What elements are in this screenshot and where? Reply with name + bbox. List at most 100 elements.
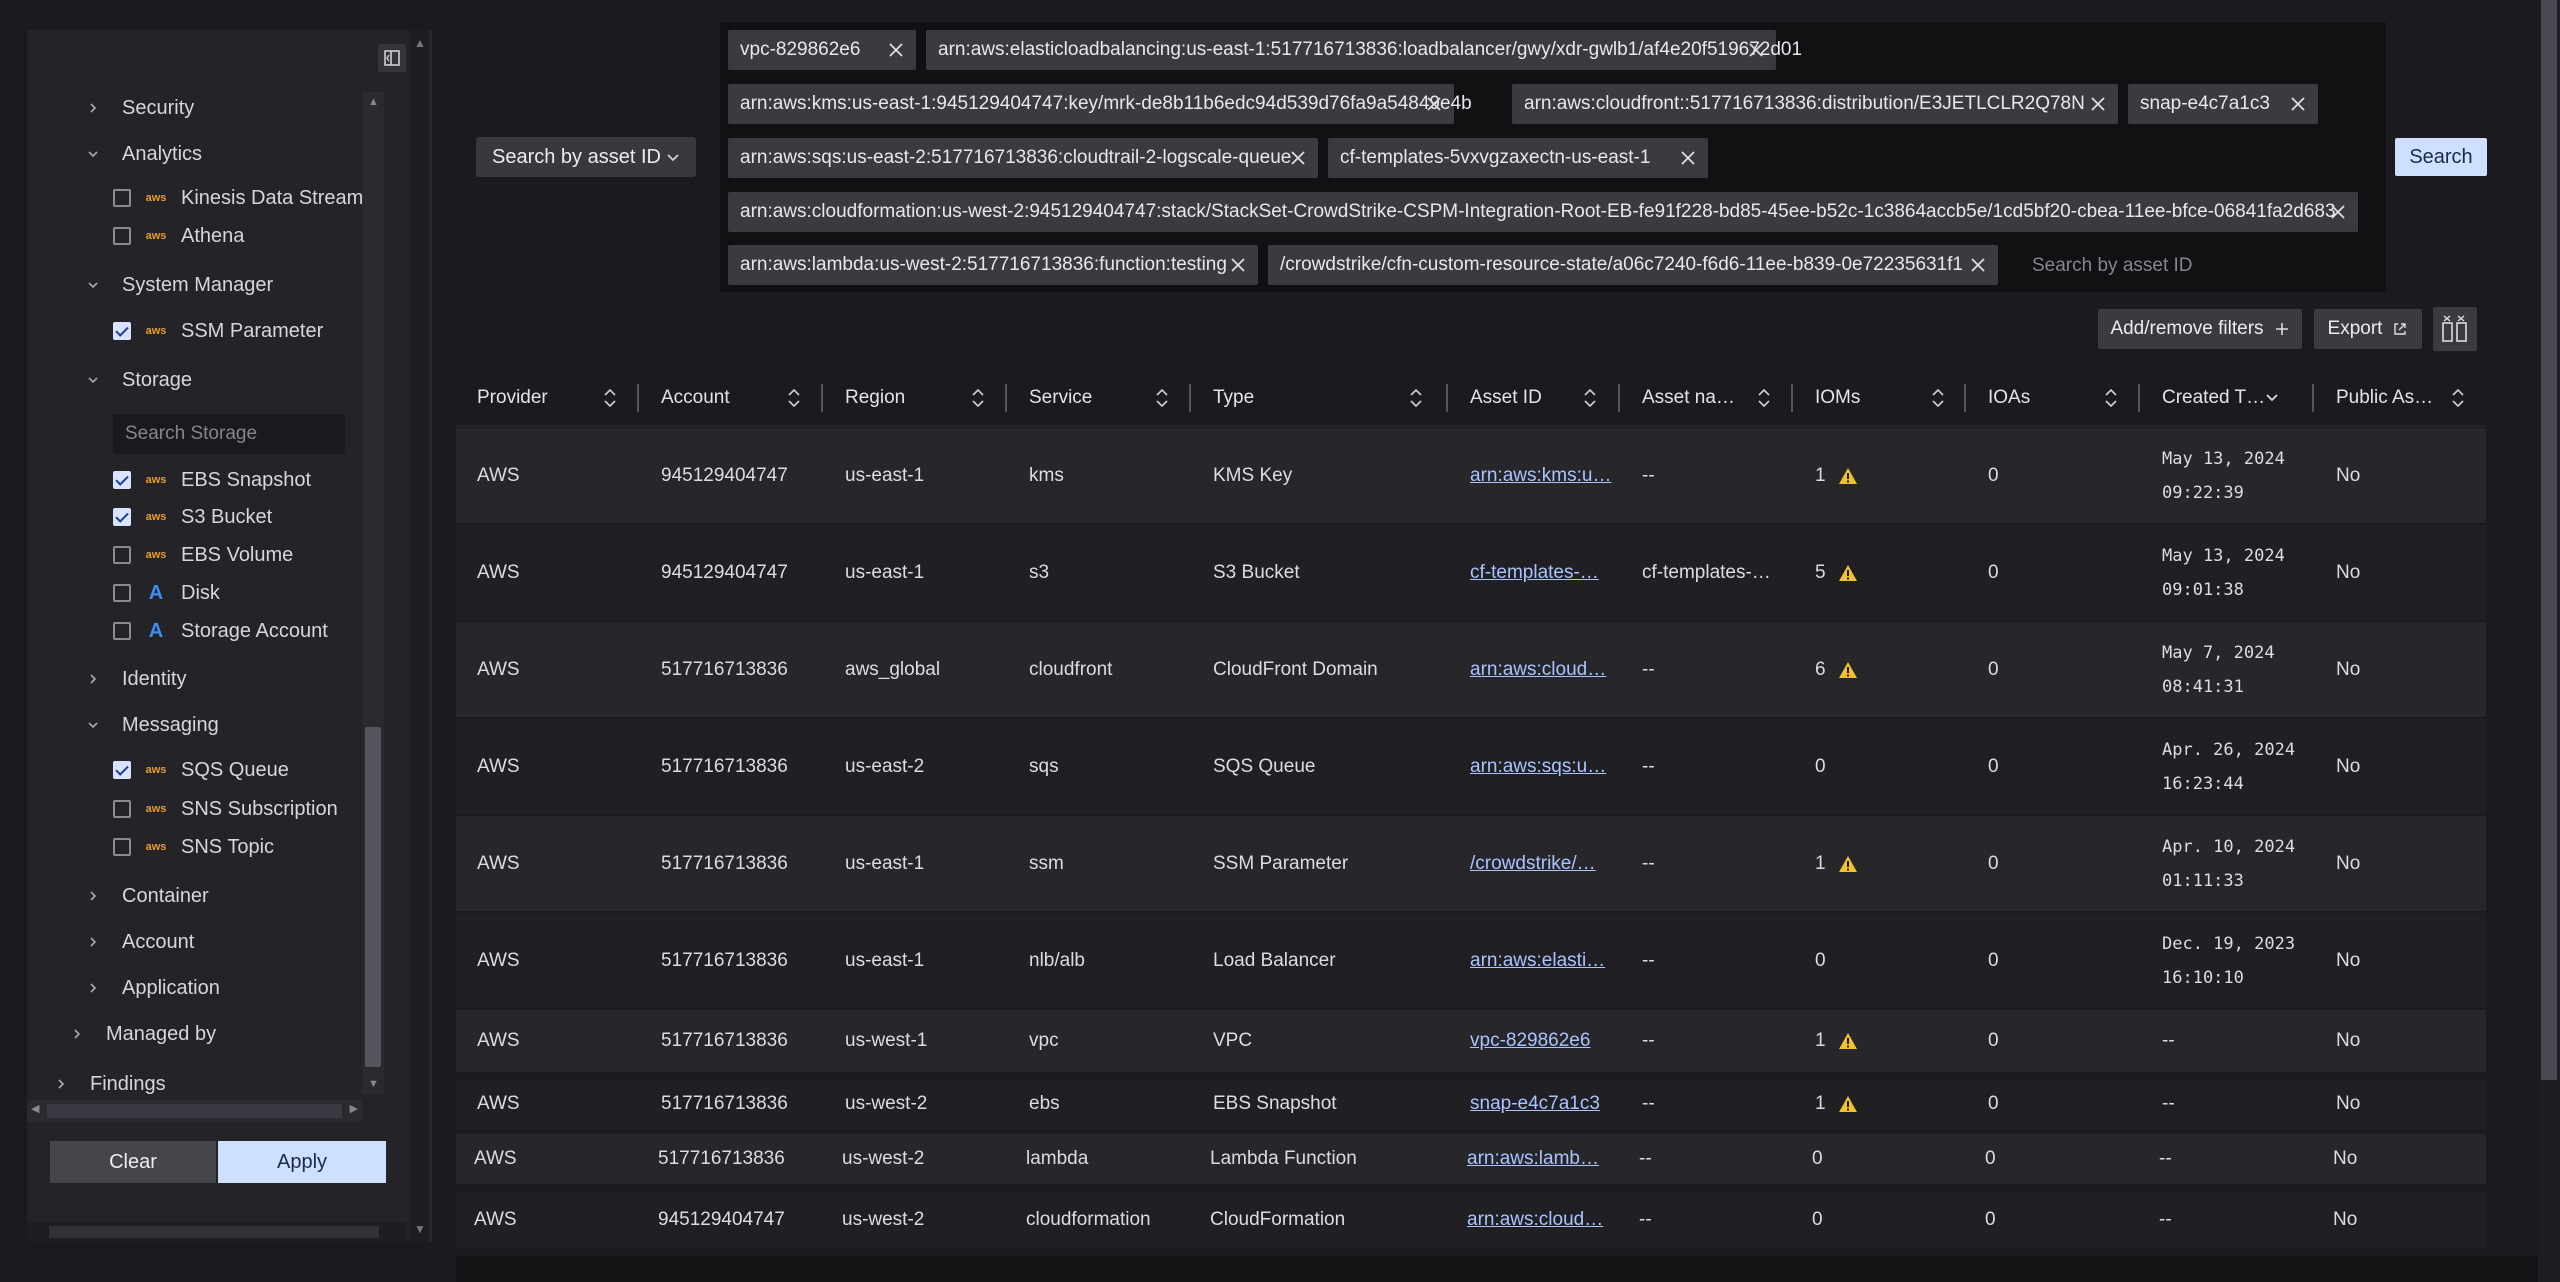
- close-icon[interactable]: [1678, 148, 1698, 168]
- search-mode-dropdown[interactable]: Search by asset ID: [476, 137, 696, 177]
- chevron-right-icon[interactable]: [68, 1027, 86, 1041]
- chevron-right-icon[interactable]: [84, 981, 102, 995]
- close-icon[interactable]: [2288, 94, 2308, 114]
- checkbox[interactable]: [113, 546, 131, 564]
- filter-option-sns-subscription[interactable]: aws SNS Subscription: [113, 791, 338, 827]
- table-row[interactable]: AWS 517716713836 aws_global cloudfront Cloud…: [456, 622, 2486, 717]
- asset-id-link[interactable]: arn:aws:cloud…: [1470, 659, 1606, 681]
- sort-icon[interactable]: [1153, 387, 1171, 409]
- filter-panel-scrollbar[interactable]: ▲ ▼: [410, 30, 428, 1242]
- sort-icon[interactable]: [2449, 387, 2467, 409]
- filter-group-messaging[interactable]: Messaging: [84, 707, 219, 743]
- filter-option-sns-topic[interactable]: aws SNS Topic: [113, 829, 274, 865]
- sort-icon[interactable]: [1407, 387, 1425, 409]
- chevron-down-icon[interactable]: [84, 718, 102, 732]
- filter-group-system-manager[interactable]: System Manager: [84, 267, 273, 303]
- storage-search-input[interactable]: [113, 414, 345, 454]
- close-icon[interactable]: [2088, 94, 2108, 114]
- checkbox[interactable]: [113, 584, 131, 602]
- column-header-ioms[interactable]: IOMs: [1815, 370, 1860, 426]
- checkbox[interactable]: [113, 189, 131, 207]
- column-header-service[interactable]: Service: [1029, 370, 1092, 426]
- column-header-asset-na[interactable]: Asset na…: [1642, 370, 1735, 426]
- filter-tree-vertical-scrollbar[interactable]: ▲ ▼: [362, 92, 384, 1094]
- scroll-up-arrow-icon[interactable]: ▲: [368, 96, 379, 108]
- cell-asset-id[interactable]: /crowdstrike/…: [1470, 816, 1596, 911]
- column-header-created-t[interactable]: Created T…: [2162, 370, 2265, 426]
- column-separator[interactable]: [637, 384, 639, 412]
- column-settings-button[interactable]: [2433, 307, 2477, 351]
- asset-id-link[interactable]: cf-templates-…: [1470, 562, 1599, 584]
- table-row[interactable]: AWS 945129404747 us-east-1 kms KMS Key arn:aw…: [456, 428, 2486, 523]
- filter-option-kinesis-data-stream[interactable]: aws Kinesis Data Stream: [113, 180, 362, 216]
- chevron-right-icon[interactable]: [84, 672, 102, 686]
- filter-option-ebs-volume[interactable]: aws EBS Volume: [113, 537, 293, 573]
- filter-group-analytics[interactable]: Analytics: [84, 136, 202, 172]
- asset-id-link[interactable]: vpc-829862e6: [1470, 1030, 1590, 1052]
- checkbox[interactable]: [113, 508, 131, 526]
- sort-icon[interactable]: [2102, 387, 2120, 409]
- asset-id-chip-input[interactable]: vpc-829862e6 arn:aws:elasticloadbalancing…: [720, 22, 2386, 292]
- sort-icon[interactable]: [785, 387, 803, 409]
- asset-id-link[interactable]: /crowdstrike/…: [1470, 853, 1596, 875]
- scrollbar-thumb[interactable]: [2541, 0, 2557, 1080]
- chevron-down-icon[interactable]: [84, 147, 102, 161]
- filter-group-findings[interactable]: Findings: [52, 1066, 166, 1102]
- column-separator[interactable]: [1964, 384, 1966, 412]
- table-row[interactable]: AWS 517716713836 us-east-1 ssm SSM Parameter…: [456, 816, 2486, 911]
- column-header-type[interactable]: Type: [1213, 370, 1254, 426]
- panel-horizontal-scrollbar[interactable]: [27, 1222, 407, 1242]
- asset-id-link[interactable]: arn:aws:cloud…: [1467, 1209, 1603, 1231]
- asset-id-search-input[interactable]: [2030, 245, 2384, 287]
- filter-option-athena[interactable]: aws Athena: [113, 218, 244, 254]
- column-header-ioas[interactable]: IOAs: [1988, 370, 2030, 426]
- asset-id-link[interactable]: arn:aws:lamb…: [1467, 1148, 1599, 1170]
- chevron-down-icon[interactable]: [84, 278, 102, 292]
- chevron-down-icon[interactable]: [84, 373, 102, 387]
- table-row[interactable]: AWS 945129404747 us-east-1 s3 S3 Bucket cf-te…: [456, 525, 2486, 620]
- filter-group-application[interactable]: Application: [84, 970, 220, 1006]
- filter-option-ssm-parameter[interactable]: aws SSM Parameter: [113, 313, 323, 349]
- scrollbar-thumb[interactable]: [47, 1104, 342, 1118]
- chevron-right-icon[interactable]: [84, 889, 102, 903]
- close-icon[interactable]: [1968, 255, 1988, 275]
- cell-asset-id[interactable]: cf-templates-…: [1470, 525, 1599, 620]
- scrollbar-thumb[interactable]: [49, 1226, 379, 1238]
- table-row[interactable]: AWS 945129404747 us-west-2 cloudformation Cl…: [456, 1192, 2486, 1248]
- export-button[interactable]: Export: [2314, 309, 2422, 349]
- chevron-right-icon[interactable]: [84, 935, 102, 949]
- scroll-down-arrow-icon[interactable]: ▼: [414, 1222, 426, 1236]
- checkbox[interactable]: [113, 800, 131, 818]
- column-separator[interactable]: [1791, 384, 1793, 412]
- apply-button[interactable]: Apply: [218, 1141, 386, 1183]
- asset-id-link[interactable]: arn:aws:kms:u…: [1470, 465, 1611, 487]
- checkbox[interactable]: [113, 761, 131, 779]
- sort-icon[interactable]: [969, 387, 987, 409]
- column-separator[interactable]: [2312, 384, 2314, 412]
- chevron-right-icon[interactable]: [84, 101, 102, 115]
- column-header-public-as[interactable]: Public As…: [2336, 370, 2433, 426]
- column-separator[interactable]: [2138, 384, 2140, 412]
- table-row[interactable]: AWS 517716713836 us-east-1 nlb/alb Load Bala…: [456, 913, 2486, 1008]
- close-icon[interactable]: [1424, 94, 1444, 114]
- cell-asset-id[interactable]: arn:aws:sqs:u…: [1470, 719, 1606, 814]
- sort-icon[interactable]: [1755, 387, 1773, 409]
- column-header-account[interactable]: Account: [661, 370, 730, 426]
- chevron-right-icon[interactable]: [52, 1077, 70, 1091]
- close-icon[interactable]: [2328, 202, 2348, 222]
- sort-icon[interactable]: [601, 387, 619, 409]
- checkbox[interactable]: [113, 838, 131, 856]
- filter-option-storage-account[interactable]: A Storage Account: [113, 613, 328, 649]
- cell-asset-id[interactable]: arn:aws:cloud…: [1467, 1192, 1603, 1248]
- scroll-down-arrow-icon[interactable]: ▼: [368, 1078, 379, 1090]
- filter-group-storage[interactable]: Storage: [84, 362, 192, 398]
- column-separator[interactable]: [1618, 384, 1620, 412]
- filter-option-ebs-snapshot[interactable]: aws EBS Snapshot: [113, 462, 311, 498]
- add-remove-filters-button[interactable]: Add/remove filters: [2098, 309, 2302, 349]
- checkbox[interactable]: [113, 622, 131, 640]
- close-icon[interactable]: [1746, 40, 1766, 60]
- cell-asset-id[interactable]: arn:aws:elasti…: [1470, 913, 1605, 1008]
- column-separator[interactable]: [1189, 384, 1191, 412]
- filter-option-s3-bucket[interactable]: aws S3 Bucket: [113, 499, 272, 535]
- filter-option-disk[interactable]: A Disk: [113, 575, 220, 611]
